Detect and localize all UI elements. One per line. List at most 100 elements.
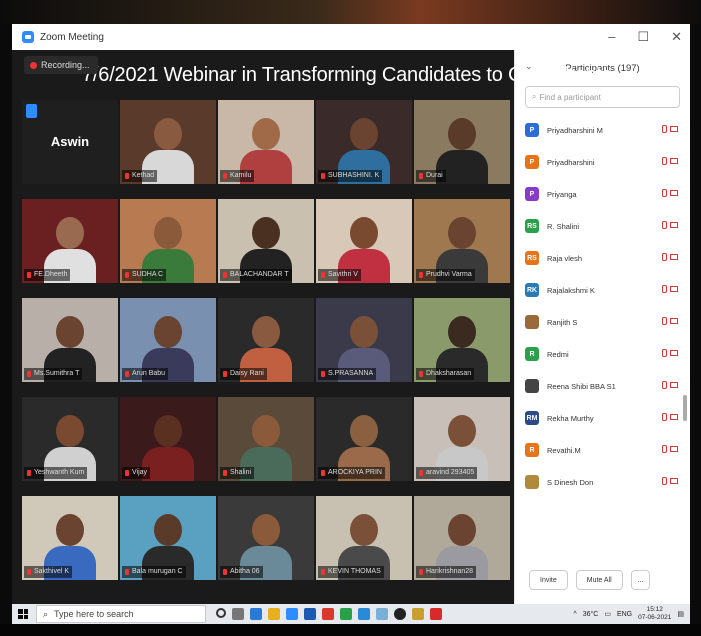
participant-row[interactable]: RK Rajalakshmi K: [515, 274, 690, 306]
video-tile[interactable]: Prudhvi Varma: [414, 199, 510, 283]
muted-mic-icon: [662, 189, 667, 197]
recording-dot-icon: [30, 61, 37, 69]
word-icon[interactable]: [304, 608, 316, 620]
video-tile[interactable]: Dhaksharasan: [414, 298, 510, 382]
task-view-icon[interactable]: [232, 608, 244, 620]
participant-face: [350, 118, 378, 150]
video-off-icon: [670, 222, 678, 228]
video-tile[interactable]: Yeshwanth Kum: [22, 397, 118, 481]
participant-name: Harikrishnan28: [416, 566, 477, 578]
participant-face: [154, 316, 182, 348]
participant-status-icons: [662, 381, 678, 389]
video-tile[interactable]: Vijay: [120, 397, 216, 481]
video-tile[interactable]: Daisy Rani: [218, 298, 314, 382]
recording-indicator[interactable]: Recording...: [24, 56, 98, 74]
video-tile[interactable]: Abitha 06: [218, 496, 314, 580]
participant-list-name: Rajalakshmi K: [547, 285, 595, 295]
network-icon[interactable]: ▭: [604, 610, 611, 618]
video-tile[interactable]: SUBHASHINI. K: [316, 100, 412, 184]
file-explorer-icon[interactable]: [268, 608, 280, 620]
participant-list-name: Redmi: [547, 349, 569, 359]
participant-row[interactable]: RS R. Shalini: [515, 210, 690, 242]
participant-name: KEVIN THOMAS: [318, 566, 384, 578]
notification-icon[interactable]: ▤: [677, 610, 684, 618]
video-off-icon: [670, 478, 678, 484]
video-tile[interactable]: BALACHANDAR T: [218, 199, 314, 283]
video-tile[interactable]: Bala murugan C: [120, 496, 216, 580]
video-tile[interactable]: S.PRASANNA: [316, 298, 412, 382]
anydesk-icon[interactable]: [430, 608, 442, 620]
video-tile[interactable]: Ms.Sumithra T: [22, 298, 118, 382]
participant-status-icons: [662, 125, 678, 133]
participant-face: [154, 118, 182, 150]
avatar: RM: [525, 411, 539, 425]
participant-face: [350, 415, 378, 447]
participant-row[interactable]: P Priyadharshini: [515, 146, 690, 178]
search-icon: ⌕: [532, 92, 537, 101]
windows-start-icon[interactable]: [18, 609, 28, 619]
clock[interactable]: 15:12 07-06-2021: [638, 606, 671, 622]
video-tile[interactable]: KEVIN THOMAS: [316, 496, 412, 580]
participant-row[interactable]: Ranjith S: [515, 306, 690, 338]
video-tile[interactable]: Kamilu: [218, 100, 314, 184]
participant-row[interactable]: RM Rekha Murthy: [515, 402, 690, 434]
participant-face: [56, 316, 84, 348]
close-button[interactable]: ✕: [671, 29, 682, 45]
video-tile[interactable]: Sakthivel K: [22, 496, 118, 580]
video-tile[interactable]: Shalini: [218, 397, 314, 481]
participant-row[interactable]: RS Raja vlesh: [515, 242, 690, 274]
participant-row[interactable]: R Revathi.M: [515, 434, 690, 466]
edge-icon[interactable]: [250, 608, 262, 620]
avatar: [525, 315, 539, 329]
app-icon[interactable]: [412, 608, 424, 620]
video-tile[interactable]: aravind 293405: [414, 397, 510, 481]
tray-expand-icon[interactable]: ^: [573, 611, 576, 618]
cortana-icon[interactable]: [216, 608, 226, 618]
participant-list-name: Priyadharshini: [547, 157, 595, 167]
participant-name: Bala murugan C: [122, 566, 186, 578]
video-tile[interactable]: Durai: [414, 100, 510, 184]
participant-name: SUBHASHINI. K: [318, 170, 383, 182]
participant-scrollbar[interactable]: [683, 395, 687, 421]
store-icon[interactable]: [358, 608, 370, 620]
video-tile[interactable]: SUDHA C: [120, 199, 216, 283]
zoom-app-icon[interactable]: [286, 608, 298, 620]
minimize-button[interactable]: –: [608, 29, 615, 45]
video-tile[interactable]: FE.Dheeth: [22, 199, 118, 283]
invite-button[interactable]: Invite: [529, 570, 568, 590]
participant-row[interactable]: P Priyanga: [515, 178, 690, 210]
taskbar-search-input[interactable]: ⌕ Type here to search: [36, 605, 206, 623]
temperature-label[interactable]: 36°C: [583, 611, 599, 618]
participant-name: Yeshwanth Kum: [24, 467, 88, 479]
video-grid: Aswin Kethad Kamilu SUBHASHINI. K Durai FE.Dh…: [22, 100, 510, 595]
excel-icon[interactable]: [340, 608, 352, 620]
mute-all-button[interactable]: Mute All: [575, 570, 623, 590]
participant-face: [56, 415, 84, 447]
video-tile[interactable]: Kethad: [120, 100, 216, 184]
participant-row[interactable]: Reena Shibi BBA S1: [515, 370, 690, 402]
mail-icon[interactable]: [376, 608, 388, 620]
maximize-button[interactable]: ☐: [637, 29, 649, 45]
video-tile[interactable]: Savithri V: [316, 199, 412, 283]
media-player-icon[interactable]: [394, 608, 406, 620]
participant-row[interactable]: S Dinesh Don: [515, 466, 690, 498]
chrome-icon[interactable]: [322, 608, 334, 620]
video-tile[interactable]: Harikrishnan28: [414, 496, 510, 580]
meeting-area: Recording... 7/6/2021 Webinar in Transfo…: [12, 50, 612, 604]
participant-face: [448, 514, 476, 546]
more-options-button[interactable]: ...: [630, 570, 651, 590]
language-indicator[interactable]: ENG: [617, 611, 632, 618]
participant-row[interactable]: P Priyadharshini M: [515, 114, 690, 146]
participant-row[interactable]: R Redmi: [515, 338, 690, 370]
video-off-icon: [670, 286, 678, 292]
video-tile[interactable]: Arun Babu: [120, 298, 216, 382]
avatar: RS: [525, 219, 539, 233]
avatar: [525, 379, 539, 393]
participant-search-input[interactable]: ⌕ Find a participant: [525, 86, 680, 108]
clock-date: 07-06-2021: [638, 614, 672, 621]
video-tile[interactable]: Aswin: [22, 100, 118, 184]
participant-face: [350, 514, 378, 546]
video-tile[interactable]: AROCKIYA PRIN: [316, 397, 412, 481]
video-off-icon: [670, 158, 678, 164]
taskbar-apps: [216, 608, 442, 620]
